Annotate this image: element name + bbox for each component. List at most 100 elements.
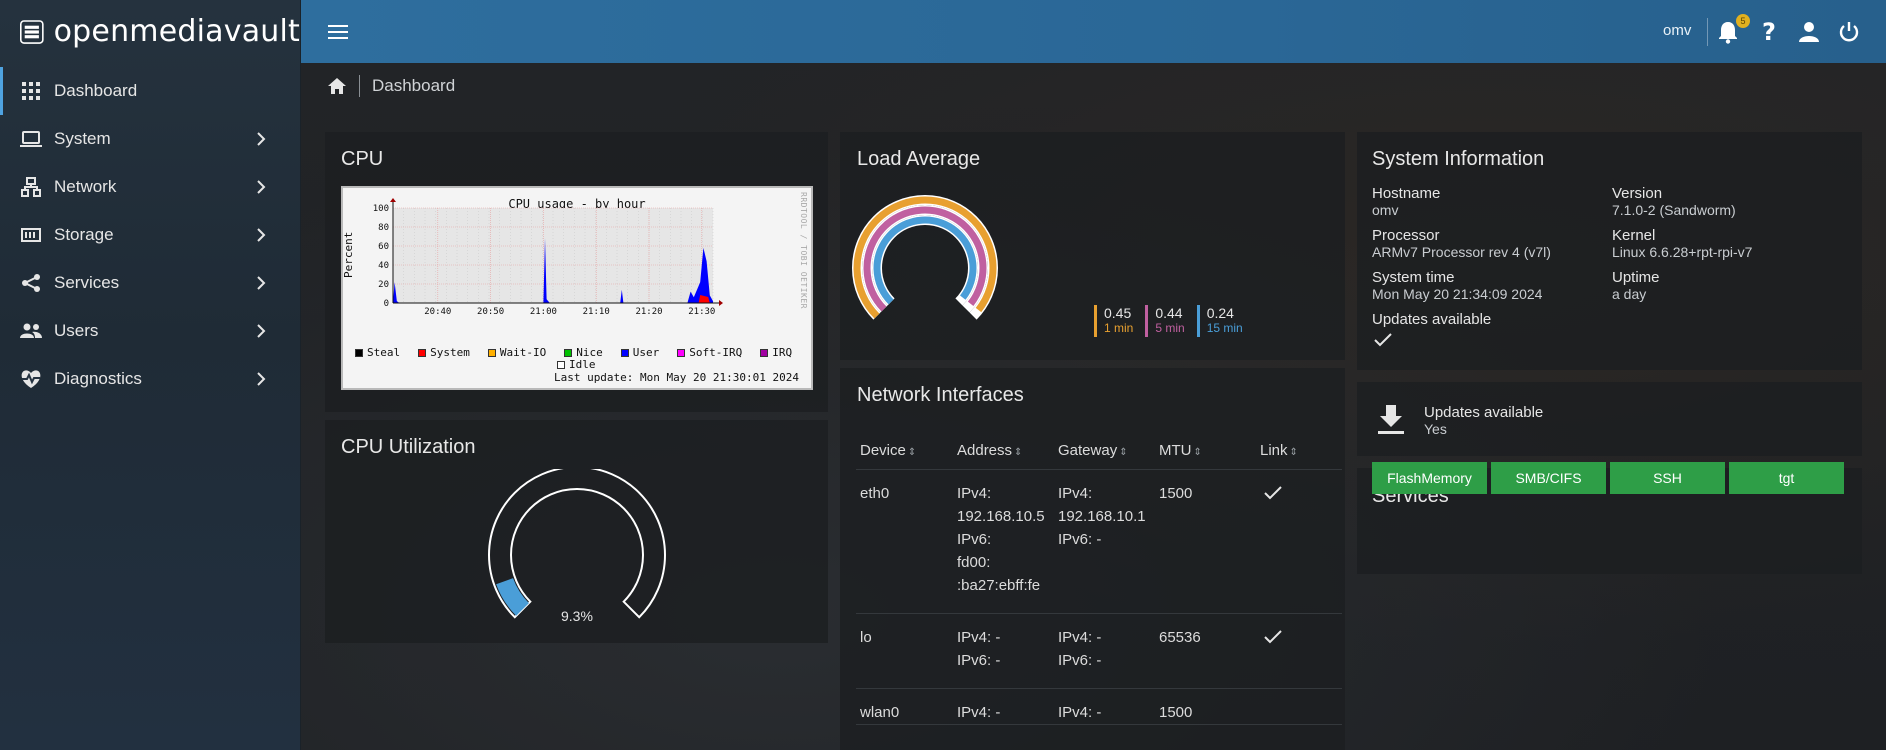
menu-icon[interactable] <box>326 20 350 44</box>
load-legend-item: 0.45 1 min <box>1094 305 1133 337</box>
x-tick-label: 21:10 <box>583 307 610 317</box>
legend-item: Steal <box>355 346 400 359</box>
gauge-fill <box>496 578 529 616</box>
load-average-gauge <box>852 195 998 320</box>
chevron-right-icon <box>257 276 266 290</box>
sidebar-item-users[interactable]: Users <box>0 307 300 355</box>
service-ssh[interactable]: SSH <box>1610 462 1725 494</box>
mtu-cell-text: 1500 <box>1159 485 1193 502</box>
legend-swatch <box>620 348 629 357</box>
x-axis-arrow <box>719 300 723 306</box>
card-title: Load Average <box>857 148 981 170</box>
sidebar-item-dashboard[interactable]: Dashboard <box>0 67 300 115</box>
chevron-right-icon <box>257 180 266 194</box>
mtu-cell: 65536 <box>1159 626 1260 674</box>
cpu-utilization-value: 9.3% <box>561 608 593 624</box>
download-icon <box>1378 405 1404 434</box>
sidebar-item-label: Users <box>54 321 99 340</box>
sidebar-nav: Dashboard System Network Storage Service… <box>0 67 300 403</box>
brand[interactable]: openmediavault <box>0 0 300 63</box>
plot-area <box>393 208 713 303</box>
chevron-right-icon <box>257 324 266 338</box>
y-tick-label: 0 <box>384 299 389 309</box>
legend-item: Soft-IRQ <box>677 346 742 359</box>
legend-item: IRQ <box>760 346 792 359</box>
legend-swatch <box>760 348 769 357</box>
service-tgt[interactable]: tgt <box>1729 462 1844 494</box>
processor-value: ARMv7 Processor rev 4 (v7l) <box>1372 244 1551 260</box>
device-cell-text: lo <box>860 629 872 646</box>
load-legend-item: 0.44 5 min <box>1145 305 1185 337</box>
legend-label: Idle <box>569 358 596 371</box>
sort-icon: ⇕ <box>1119 447 1128 458</box>
system-time-label: System time <box>1372 269 1455 286</box>
column-header-address[interactable]: Address ⇕ <box>957 442 1058 459</box>
sort-icon: ⇕ <box>907 447 917 458</box>
sidebar-item-storage[interactable]: Storage <box>0 211 300 259</box>
updates-card[interactable]: Updates available Yes <box>1357 382 1862 456</box>
sidebar-item-label: System <box>54 129 111 148</box>
cpu-utilization-card: CPU Utilization 9.3% <box>325 420 828 643</box>
legend-swatch <box>557 360 565 369</box>
table-row[interactable]: wlan0 IPv4: - IPv4: - 1500 <box>856 689 1342 725</box>
legend-label: Steal <box>367 346 401 359</box>
address-cell-line: 192.168.10.5 <box>957 508 1045 525</box>
table-row[interactable]: eth0 IPv4: 192.168.10.5 IPv6: fd00::ba27:ebf… <box>856 470 1342 614</box>
column-header-gateway[interactable]: Gateway ⇕ <box>1058 442 1159 459</box>
sidebar-item-services[interactable]: Services <box>0 259 300 307</box>
address-cell-line: IPv6: <box>957 531 992 548</box>
updates-value: Yes <box>1424 421 1447 437</box>
legend-swatch <box>564 348 573 357</box>
user-icon[interactable] <box>1796 19 1822 45</box>
gateway-cell: IPv4: - <box>1058 701 1159 724</box>
sidebar-item-diagnostics[interactable]: Diagnostics <box>0 355 300 403</box>
card-title: CPU Utilization <box>341 436 476 458</box>
power-icon[interactable] <box>1836 19 1862 45</box>
sidebar-item-label: Diagnostics <box>54 369 142 388</box>
sidebar-item-system[interactable]: System <box>0 115 300 163</box>
username[interactable]: omv <box>1663 22 1691 39</box>
chart-plot: 100 80 60 40 20 0 20:40 20:50 21:00 21:10 21:20 21:… <box>373 198 723 317</box>
legend-item: User <box>620 346 659 359</box>
address-cell-line: IPv4: <box>957 485 992 502</box>
storage-icon <box>20 224 42 246</box>
hostname-label: Hostname <box>1372 185 1441 202</box>
last-update: Last update: Mon May 20 21:30:01 2024 <box>553 371 799 384</box>
sort-icon: ⇕ <box>1193 447 1202 458</box>
address-cell-line: fd00: <box>957 554 991 571</box>
link-cell <box>1260 626 1342 674</box>
divider <box>1707 18 1708 46</box>
share-icon <box>20 272 42 294</box>
card-title: CPU <box>341 148 384 170</box>
gateway-cell-line: IPv4: - <box>1058 704 1102 721</box>
load-value: 0.44 <box>1155 305 1183 321</box>
card-title: System Information <box>1372 148 1545 170</box>
device-cell: wlan0 <box>856 701 957 724</box>
service-smb-cifs[interactable]: SMB/CIFS <box>1491 462 1606 494</box>
legend-label: Wait-IO <box>499 346 547 359</box>
y-tick-label: 80 <box>378 223 389 233</box>
table-row[interactable]: lo IPv4: - IPv6: - IPv4: - IPv6: - 65536 <box>856 614 1342 689</box>
sidebar-item-label: Network <box>54 177 117 196</box>
home-icon[interactable] <box>327 77 347 95</box>
column-header-mtu[interactable]: MTU ⇕ <box>1159 442 1260 459</box>
load-ring-15-min <box>873 216 977 305</box>
service-flashmemory[interactable]: FlashMemory <box>1372 462 1487 494</box>
sidebar-item-network[interactable]: Network <box>0 163 300 211</box>
device-cell-text: wlan0 <box>860 704 900 721</box>
topbar: omv 5 ? <box>301 0 1886 63</box>
y-tick-label: 60 <box>378 242 389 252</box>
link-cell <box>1260 482 1342 599</box>
column-header-link[interactable]: Link ⇕ <box>1260 442 1342 459</box>
address-cell-line: IPv4: - <box>957 629 1001 646</box>
cpu-utilization-gauge <box>488 469 666 619</box>
uptime-label: Uptime <box>1612 269 1660 286</box>
logo-icon <box>20 19 44 44</box>
device-cell: lo <box>856 626 957 674</box>
address-cell: IPv4: - <box>957 701 1058 724</box>
column-header-device[interactable]: Device ⇕ <box>856 442 957 459</box>
load-period: 5 min <box>1155 321 1185 335</box>
load-period: 15 min <box>1206 321 1243 335</box>
legend-item: System <box>418 346 470 359</box>
help-icon[interactable]: ? <box>1756 18 1782 46</box>
